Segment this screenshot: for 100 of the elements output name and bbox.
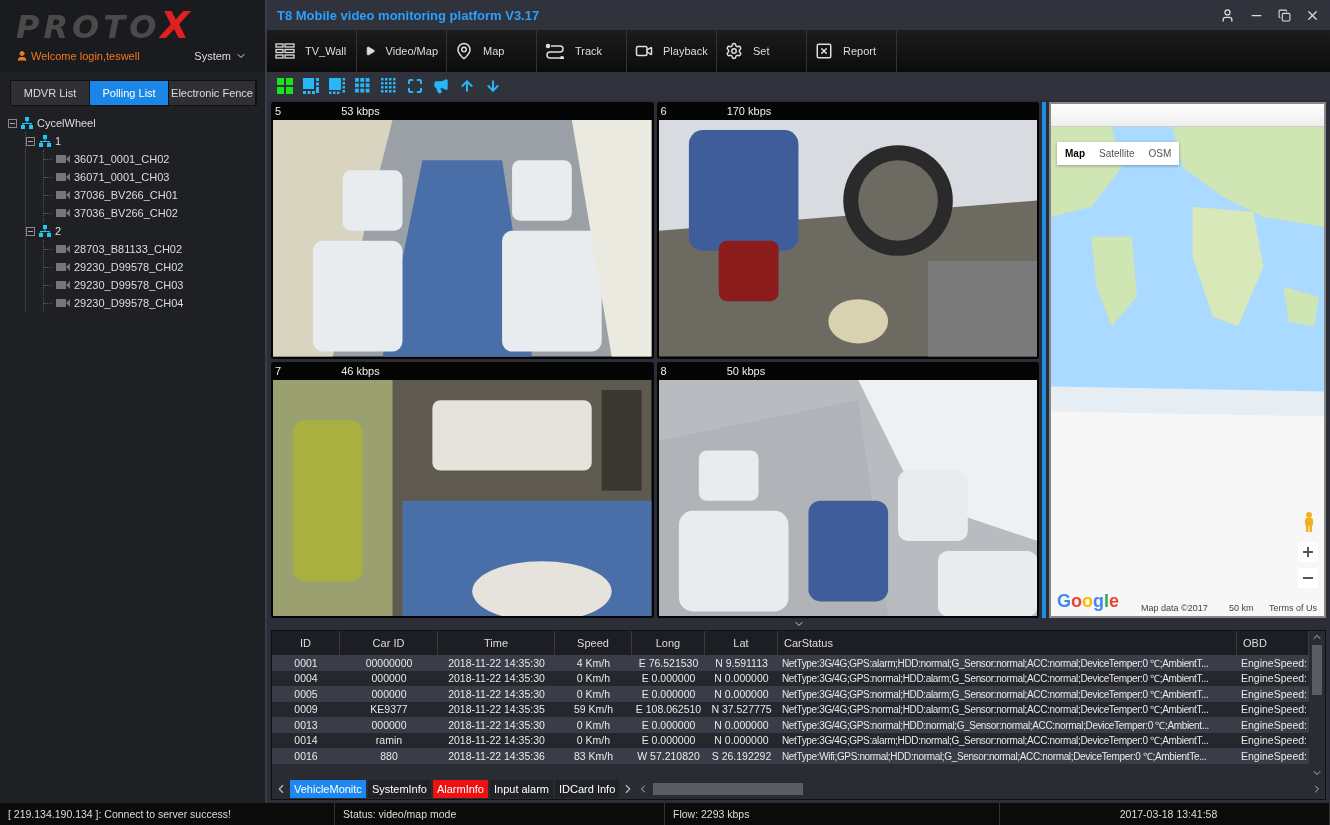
table-cell-text: EngineSpeed:	[1240, 749, 1308, 762]
list-tab[interactable]: Polling List	[90, 81, 170, 105]
welcome-text: Welcome login,teswell	[16, 50, 140, 62]
table-cell-text: 0001	[293, 656, 319, 669]
tree-group[interactable]: 1	[55, 135, 62, 147]
scrollbar-thumb[interactable]	[1312, 645, 1322, 695]
table-cell-text: 2018-11-22 14:35:35	[447, 703, 546, 716]
camera-icon	[56, 191, 70, 199]
route-icon	[545, 43, 565, 59]
google-logo: Google	[1057, 591, 1120, 612]
megaphone-icon[interactable]	[433, 78, 449, 94]
network-icon	[39, 135, 51, 147]
table-cell-text: ramin	[374, 734, 404, 747]
table-cell-text: 0004	[293, 672, 319, 685]
status-text: 2017-03-18 13:41:58	[1000, 803, 1330, 825]
table-cell-text: 2018-11-22 14:35:30	[447, 656, 546, 669]
channel-number: 7	[275, 364, 282, 377]
grid-icon	[329, 78, 345, 94]
camera-icon	[56, 173, 70, 181]
layout-button[interactable]	[303, 78, 319, 94]
map-attribution: Map data ©2017	[1141, 603, 1208, 613]
tree-item[interactable]: 29230_D99578_CH04	[74, 297, 184, 309]
tree-group[interactable]: CycelWheel	[37, 117, 96, 129]
collapse-toggle[interactable]	[26, 226, 35, 236]
tree-item[interactable]: 36071_0001_CH02	[74, 153, 170, 165]
table-cell-text: EngineSpeed:	[1240, 734, 1308, 747]
channel-number: 8	[660, 364, 667, 377]
info-tab[interactable]: AlarmInfo	[432, 780, 488, 798]
table-cell-text: 2018-11-22 14:35:30	[447, 672, 546, 685]
tree-item[interactable]: 29230_D99578_CH02	[74, 261, 184, 273]
table-cell-text: E 76.521530	[637, 656, 700, 669]
status-text: [ 219.134.190.134 ]: Connect to server success!	[0, 803, 335, 825]
collapse-toggle[interactable]	[8, 118, 17, 128]
tree-item[interactable]: 28703_B81133_CH02	[74, 243, 183, 255]
collapse-toggle[interactable]	[26, 136, 35, 146]
tree-group[interactable]: 2	[55, 225, 62, 237]
status-text: Flow: 2293 kbps	[665, 803, 1000, 825]
camera-icon	[56, 263, 70, 271]
camera-icon	[56, 299, 70, 307]
bitrate-text: 53 kbps	[341, 105, 380, 117]
list-tab[interactable]: MDVR List	[11, 81, 91, 105]
info-tab[interactable]: VehicleMonitc	[290, 780, 366, 798]
bitrate-text: 46 kbps	[341, 364, 380, 377]
map-type-tab[interactable]: Satellite	[1099, 148, 1135, 159]
system-menu[interactable]: System	[194, 50, 247, 62]
tree-item[interactable]: 36071_0001_CH03	[74, 171, 170, 183]
camera-icon	[56, 245, 70, 253]
scrollbar-thumb[interactable]	[653, 783, 804, 795]
table-cell-text: E 0.000000	[640, 734, 697, 747]
table-cell-text: E 108.062510	[634, 703, 703, 716]
rows-icon	[275, 43, 295, 59]
fullscreen-icon[interactable]	[407, 78, 423, 94]
table-cell-text: 0 Km/h	[575, 718, 612, 731]
table-cell-text: N 0.000000	[713, 687, 770, 700]
table-cell-text: 00000000	[364, 656, 414, 669]
table-cell-text: N 0.000000	[713, 718, 770, 731]
table-cell-text: KE9377	[369, 703, 409, 716]
terms-link[interactable]: Terms of Us	[1269, 603, 1317, 613]
camera-icon	[56, 155, 70, 163]
layout-button[interactable]	[329, 78, 345, 94]
map-pin-icon	[455, 42, 473, 60]
table-cell-text: EngineSpeed:	[1240, 656, 1308, 669]
info-tab[interactable]: SystemInfo	[367, 780, 431, 798]
table-cell-text: 2018-11-22 14:35:30	[447, 734, 546, 747]
table-cell-text: N 0.000000	[713, 734, 770, 747]
grid-icon	[355, 78, 371, 94]
table-cell-text: NetType:3G/4G;GPS:alarm;HDD:normal;G_Sensor:normal;ACC:normal;DeviceTemper:0 ℃;AmbientT...	[781, 734, 1210, 748]
network-icon	[21, 117, 33, 129]
window-title: T8 Mobile video monitoring platform V3.17	[277, 7, 540, 23]
table-cell-text: N 9.591113	[714, 656, 769, 669]
table-cell-text: 880	[379, 749, 399, 762]
table-cell-text: 000000	[370, 687, 408, 700]
close-box-icon	[815, 42, 833, 60]
user-icon[interactable]	[1220, 7, 1235, 23]
info-tab[interactable]: IDCard Info	[555, 780, 620, 798]
table-cell-text: E 0.000000	[640, 672, 697, 685]
zoom-in-button[interactable]	[1298, 542, 1318, 562]
camera-icon	[56, 209, 70, 217]
layout-button[interactable]	[277, 78, 293, 94]
layout-button[interactable]	[381, 78, 397, 94]
user-icon	[16, 50, 28, 62]
table-cell-text: 2018-11-22 14:35:30	[447, 687, 546, 700]
info-tab[interactable]: Input alarm	[490, 780, 553, 798]
zoom-out-button[interactable]	[1298, 568, 1318, 588]
tree-item[interactable]: 37036_BV266_CH02	[74, 207, 178, 219]
tree-item[interactable]: 37036_BV266_CH01	[74, 189, 178, 201]
map-type-tab[interactable]: Map	[1065, 148, 1085, 159]
table-cell-text: EngineSpeed:	[1240, 687, 1308, 700]
table-cell-text: N 0.000000	[713, 672, 770, 685]
table-cell-text: EngineSpeed:	[1240, 703, 1308, 716]
table-cell-text: NetType:3G/4G;GPS:normal;HDD:normal;G_Sensor:normal;ACC:normal;DeviceTemper:0 ℃;Ambient...	[781, 718, 1210, 732]
restore-icon[interactable]	[1278, 8, 1291, 22]
list-tab[interactable]: Electronic Fence	[169, 81, 256, 105]
table-cell-text: 0005	[293, 687, 319, 700]
tree-item[interactable]: 29230_D99578_CH03	[74, 279, 184, 291]
table-cell-text: EngineSpeed:	[1240, 718, 1308, 731]
layout-button[interactable]	[355, 78, 371, 94]
table-cell-text: S 26.192292	[710, 749, 773, 762]
map-type-tab[interactable]: OSM	[1148, 148, 1172, 159]
table-cell-text: 0016	[293, 749, 319, 762]
